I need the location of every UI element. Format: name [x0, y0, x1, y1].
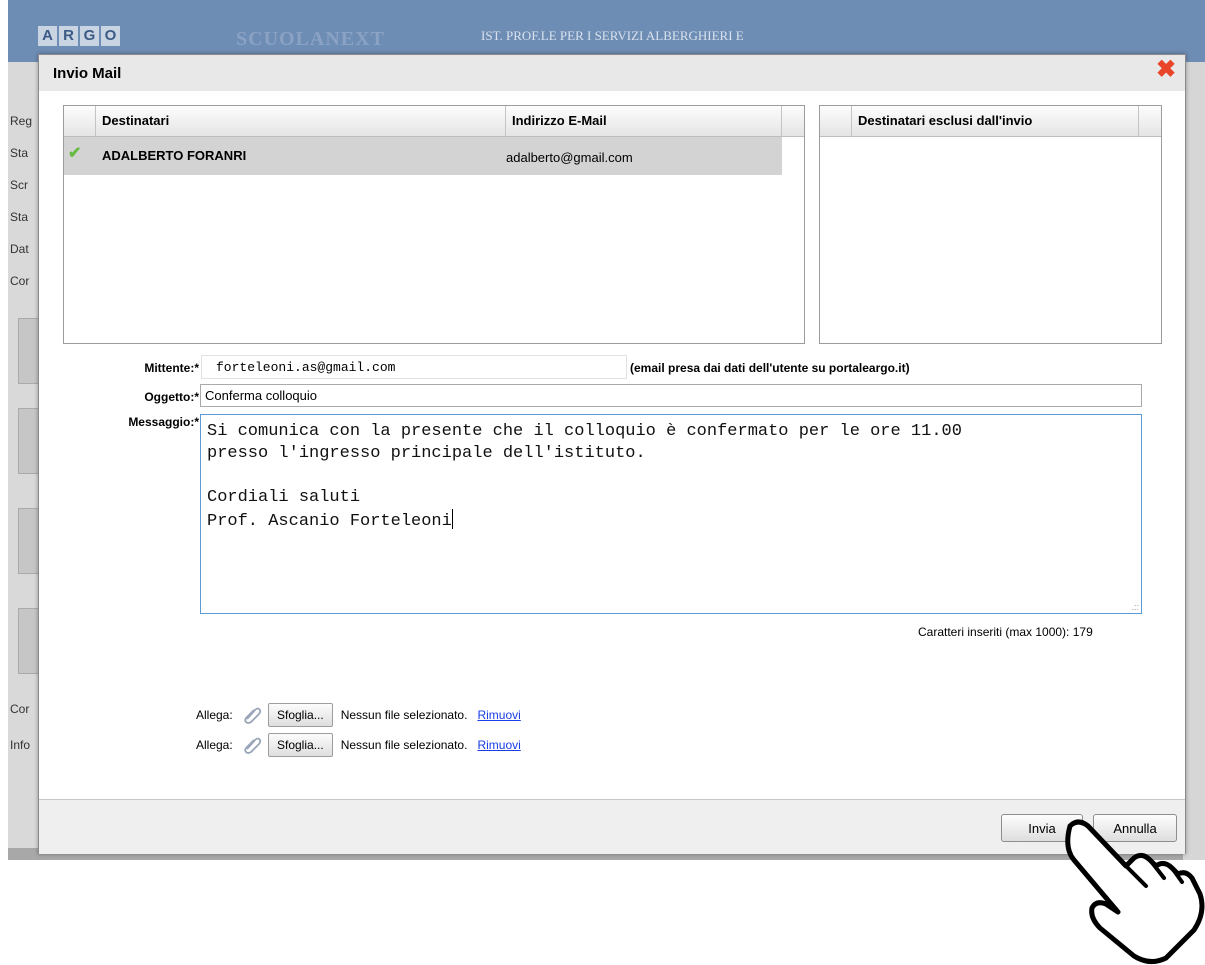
header-select-column: [820, 106, 852, 136]
attachment-row: Allega: Sfoglia... Nessun file seleziona…: [196, 733, 521, 757]
attach-label: Allega:: [196, 708, 233, 722]
text-caret: [451, 509, 453, 529]
column-header-excluded[interactable]: Destinatari esclusi dall'invio: [852, 106, 1139, 136]
message-textarea[interactable]: Si comunica con la presente che il collo…: [200, 414, 1142, 614]
header-spacer: [1139, 106, 1161, 136]
browse-button[interactable]: Sfoglia...: [268, 733, 333, 757]
sidebar-tile: [18, 608, 40, 674]
table-row[interactable]: ✔ ADALBERTO FORANRI adalberto@gmail.com: [64, 137, 782, 175]
dialog-body: Destinatari Indirizzo E-Mail ✔ ADALBERTO…: [39, 91, 1185, 799]
message-text: Si comunica con la presente che il collo…: [207, 422, 962, 531]
sidebar-item: Dat: [10, 242, 29, 256]
sender-label: Mittente:*: [144, 361, 199, 375]
sidebar-item: Sta: [10, 146, 29, 160]
column-header-recipients[interactable]: Destinatari: [96, 106, 506, 136]
table-header: Destinatari esclusi dall'invio: [820, 106, 1161, 137]
sidebar-tile: [18, 408, 40, 474]
close-icon[interactable]: ✖: [1155, 58, 1177, 82]
resize-grip-icon[interactable]: .::: [1131, 602, 1139, 612]
sidebar-item: Info: [10, 738, 31, 752]
column-header-email[interactable]: Indirizzo E-Mail: [506, 106, 782, 136]
argo-logo: A R G O: [38, 26, 120, 46]
subject-input[interactable]: [201, 385, 1141, 406]
sender-input[interactable]: [202, 356, 626, 378]
background-sidebar: Reg Sta Scr Sta Dat Cor Cor Info: [8, 62, 40, 860]
char-counter: Caratteri inseriti (max 1000): 179: [918, 625, 1093, 639]
dialog-footer: Invia Annulla: [39, 799, 1185, 854]
recipient-name: ADALBERTO FORANRI: [102, 148, 247, 163]
app-header: A R G O SCUOLANEXT IST. PROF.LE PER I SE…: [8, 0, 1205, 62]
header-spacer: [782, 106, 804, 136]
sidebar-tile: [18, 318, 40, 384]
sidebar-item: Sta: [10, 210, 29, 224]
recipient-email: adalberto@gmail.com: [506, 150, 633, 165]
excluded-recipients-table: Destinatari esclusi dall'invio: [819, 105, 1162, 344]
sidebar-item: Cor: [10, 274, 30, 288]
subject-field[interactable]: [200, 384, 1142, 407]
dialog-titlebar: Invio Mail ✖: [39, 55, 1185, 91]
remove-link[interactable]: Rimuovi: [477, 708, 520, 722]
browse-button[interactable]: Sfoglia...: [268, 703, 333, 727]
header-select-column: [64, 106, 96, 136]
sidebar-item: Cor: [10, 702, 30, 716]
subject-label: Oggetto:*: [144, 390, 199, 404]
recipients-table: Destinatari Indirizzo E-Mail ✔ ADALBERTO…: [63, 105, 805, 344]
paperclip-icon: [244, 707, 262, 724]
pointing-hand-icon: [1065, 819, 1205, 964]
sender-field[interactable]: [201, 355, 627, 379]
sidebar-item: Scr: [10, 178, 28, 192]
no-file-text: Nessun file selezionato.: [340, 708, 468, 722]
remove-link[interactable]: Rimuovi: [477, 738, 520, 752]
no-file-text: Nessun file selezionato.: [340, 738, 468, 752]
attachment-row: Allega: Sfoglia... Nessun file seleziona…: [196, 703, 521, 727]
attach-label: Allega:: [196, 738, 233, 752]
paperclip-icon: [244, 737, 262, 754]
check-icon: ✔: [68, 145, 82, 162]
message-label: Messaggio:*: [128, 415, 199, 429]
header-decoration: [331, 0, 437, 11]
sidebar-tile: [18, 508, 40, 574]
sidebar-item: Reg: [10, 114, 33, 128]
send-mail-dialog: Invio Mail ✖ Destinatari Indirizzo E-Mai…: [38, 54, 1186, 854]
background-right-panel: [1183, 62, 1205, 860]
school-name: IST. PROF.LE PER I SERVIZI ALBERGHIERI E: [481, 28, 744, 43]
table-header: Destinatari Indirizzo E-Mail: [64, 106, 804, 137]
product-name: SCUOLANEXT: [236, 28, 385, 50]
sender-note: (email presa dai dati dell'utente su por…: [630, 361, 910, 375]
dialog-title: Invio Mail: [53, 65, 122, 82]
